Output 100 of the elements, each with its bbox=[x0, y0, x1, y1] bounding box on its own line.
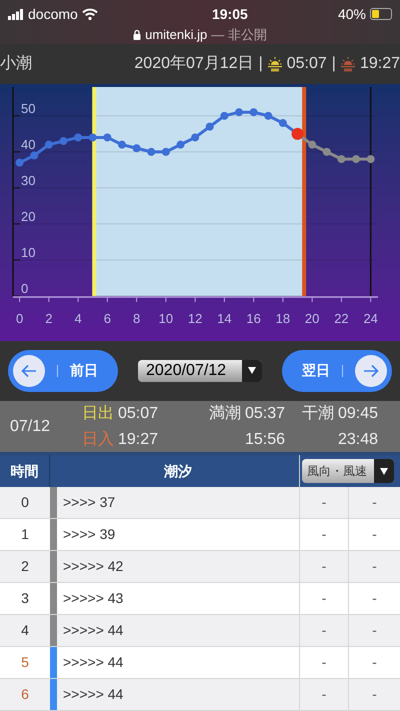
column-header: 潮汐 bbox=[163, 462, 193, 481]
sunset-icon bbox=[340, 56, 355, 72]
previous-day-button[interactable]: 前日 bbox=[8, 350, 118, 392]
table-cell: - bbox=[348, 583, 400, 614]
table-cell: - bbox=[299, 519, 348, 550]
table-cell-text: 3 bbox=[20, 589, 30, 608]
table-cell: - bbox=[299, 679, 348, 710]
table-cell: - bbox=[299, 551, 348, 582]
data-point bbox=[250, 108, 258, 116]
table-cell: - bbox=[348, 551, 400, 582]
table-cell-text: 6 bbox=[20, 685, 30, 704]
table-cell: - bbox=[299, 647, 348, 678]
data-point bbox=[352, 154, 360, 163]
x-tick-label: 18 bbox=[276, 310, 290, 326]
sunset-time: 19:27 bbox=[360, 54, 400, 74]
table-cell-text: 1 bbox=[20, 525, 30, 544]
separator: | bbox=[258, 54, 263, 74]
sunset-time: 19:27 bbox=[118, 430, 158, 450]
x-tick-label: 2 bbox=[45, 310, 52, 326]
sunrise-time: 05:07 bbox=[286, 54, 327, 74]
y-tick-label: 10 bbox=[21, 244, 36, 260]
separator: | bbox=[332, 54, 336, 74]
low-tide-label: 干潮 bbox=[302, 404, 334, 424]
y-tick-label: 30 bbox=[21, 172, 36, 188]
data-point bbox=[278, 118, 287, 127]
table-cell-text: 0 bbox=[20, 493, 30, 512]
x-tick-label: 16 bbox=[246, 310, 261, 326]
data-point bbox=[308, 140, 316, 148]
header-date: 2020年07月12日 bbox=[134, 54, 254, 74]
battery-icon bbox=[370, 8, 392, 20]
data-point bbox=[206, 122, 214, 130]
data-point bbox=[59, 136, 68, 145]
table-cell: - bbox=[299, 583, 348, 614]
data-point bbox=[162, 148, 170, 156]
data-point bbox=[16, 158, 24, 166]
high-tide-label: 満潮 bbox=[208, 404, 241, 424]
data-point bbox=[176, 140, 184, 148]
y-tick-label: 50 bbox=[21, 100, 36, 116]
data-point bbox=[44, 140, 53, 148]
signal-icon bbox=[8, 8, 24, 20]
table-cell-text: 4 bbox=[20, 621, 30, 640]
table-cell: - bbox=[348, 615, 400, 646]
sunrise-label: 日出 bbox=[82, 404, 114, 424]
x-tick-label: 10 bbox=[158, 310, 174, 326]
data-point bbox=[337, 154, 346, 163]
url-text: umitenki.jp bbox=[145, 26, 208, 44]
data-point bbox=[366, 154, 375, 163]
date-select[interactable]: 2020/07/12 bbox=[138, 360, 262, 382]
table-cell: - bbox=[348, 519, 400, 550]
current-point bbox=[292, 128, 304, 140]
data-point bbox=[264, 112, 272, 120]
table-cell: - bbox=[348, 487, 400, 518]
table-cell-text: >>>> 37 bbox=[62, 493, 116, 512]
sunrise-icon bbox=[268, 56, 282, 72]
data-point bbox=[147, 148, 156, 156]
table-cell-text: >>>>> 44 bbox=[62, 685, 124, 704]
lock-icon bbox=[133, 29, 142, 40]
data-point bbox=[88, 133, 97, 142]
y-tick-label: 0 bbox=[21, 280, 28, 296]
tide-type: 小潮 bbox=[0, 54, 32, 74]
low-tide-time: 23:48 bbox=[338, 430, 378, 450]
table-cell-text: 5 bbox=[20, 653, 30, 672]
table-cell-text: >>>>> 44 bbox=[62, 621, 124, 640]
data-point bbox=[235, 108, 244, 116]
table-cell-text: 2 bbox=[20, 557, 30, 576]
data-point bbox=[322, 148, 331, 156]
x-tick-label: 14 bbox=[217, 310, 232, 326]
high-tide-time: 15:56 bbox=[244, 430, 285, 450]
x-tick-label: 22 bbox=[334, 310, 349, 326]
next-day-button[interactable]: 翌日 bbox=[282, 350, 392, 392]
dropdown-icon bbox=[374, 459, 394, 484]
dropdown-icon bbox=[242, 360, 262, 382]
x-tick-label: 4 bbox=[74, 310, 82, 326]
carrier-name: docomo bbox=[28, 4, 78, 24]
x-tick-label: 0 bbox=[16, 310, 24, 326]
low-tide-time: 09:45 bbox=[338, 404, 378, 424]
wind-select[interactable]: 風向・風速 bbox=[302, 459, 394, 484]
x-tick-label: 6 bbox=[104, 310, 111, 326]
privacy-label: — 非公開 bbox=[211, 26, 267, 44]
table-cell: - bbox=[348, 647, 400, 678]
data-point bbox=[103, 133, 112, 142]
sunrise-time: 05:07 bbox=[118, 404, 158, 424]
high-tide-time: 05:37 bbox=[244, 404, 285, 424]
x-tick-label: 8 bbox=[133, 310, 140, 326]
data-point bbox=[191, 133, 200, 142]
table-cell: - bbox=[299, 487, 348, 518]
x-tick-label: 20 bbox=[304, 310, 320, 326]
sunset-label: 日入 bbox=[82, 430, 114, 450]
data-point bbox=[30, 151, 38, 160]
table-cell: - bbox=[299, 615, 348, 646]
data-point bbox=[220, 112, 228, 120]
data-point bbox=[118, 140, 126, 148]
battery-percent: 40% bbox=[338, 4, 366, 24]
clock: 19:05 bbox=[212, 4, 248, 24]
info-date: 07/12 bbox=[10, 416, 52, 437]
table-cell-text: >>>>> 44 bbox=[62, 653, 124, 672]
wifi-icon bbox=[82, 8, 98, 20]
y-tick-label: 40 bbox=[21, 136, 36, 152]
x-tick-label: 24 bbox=[363, 310, 378, 326]
table-cell: - bbox=[348, 679, 400, 710]
